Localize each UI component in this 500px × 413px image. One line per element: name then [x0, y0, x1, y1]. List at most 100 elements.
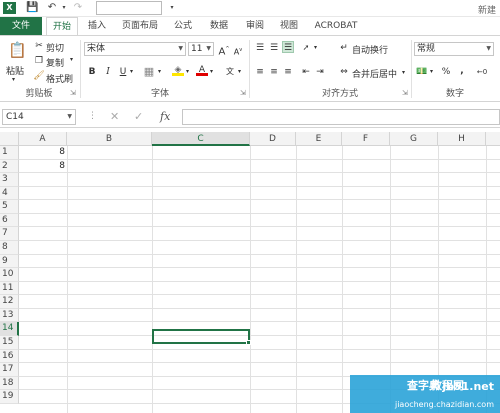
copy-icon[interactable]: ❐	[33, 55, 45, 67]
align-middle-icon[interactable]: ☰	[268, 42, 280, 54]
font-size-select[interactable]: 11 ▼	[188, 42, 214, 56]
wrap-text-icon[interactable]: ↵	[338, 42, 350, 54]
wrap-text-button[interactable]: 自动换行	[352, 43, 388, 56]
column-header-b[interactable]: B	[67, 132, 152, 146]
row-header-17[interactable]: 17	[0, 363, 19, 377]
phonetic-dropdown-icon[interactable]: ▾	[238, 68, 241, 75]
paste-dropdown-icon[interactable]: ▾	[12, 76, 15, 83]
cell-a2[interactable]: 8	[19, 161, 65, 171]
phonetic-icon[interactable]: 文	[224, 66, 236, 78]
orientation-dropdown-icon[interactable]: ▾	[314, 44, 317, 51]
tab-acrobat[interactable]: ACROBAT	[310, 17, 362, 35]
tab-home[interactable]: 开始	[46, 17, 78, 35]
increase-indent-icon[interactable]: ⇥	[314, 66, 326, 78]
row-header-16[interactable]: 16	[0, 349, 19, 364]
undo-dropdown-icon[interactable]: ▾	[58, 2, 70, 14]
merge-center-icon[interactable]: ⇔	[338, 66, 350, 78]
column-header-f[interactable]: F	[342, 132, 390, 146]
borders-dropdown-icon[interactable]: ▾	[158, 68, 161, 75]
row-header-3[interactable]: 3	[0, 173, 19, 187]
fill-color-dropdown-icon[interactable]: ▾	[186, 68, 189, 75]
active-cell-c14[interactable]	[152, 329, 251, 345]
font-color-button[interactable]: A	[196, 64, 208, 76]
grow-font-button[interactable]: A^	[218, 43, 230, 57]
tab-data[interactable]: 数据	[204, 17, 234, 35]
row-header-4[interactable]: 4	[0, 186, 19, 201]
tab-page-layout[interactable]: 页面布局	[116, 17, 164, 35]
save-icon[interactable]: 💾	[26, 2, 38, 14]
column-header-c[interactable]: C	[152, 132, 250, 146]
column-header-h[interactable]: H	[438, 132, 486, 146]
font-color-dropdown-icon[interactable]: ▾	[210, 68, 213, 75]
enter-icon[interactable]: ✓	[134, 110, 143, 123]
clipboard-launcher-icon[interactable]: ⇲	[70, 89, 76, 97]
row-header-15[interactable]: 15	[0, 335, 19, 350]
row-header-2[interactable]: 2	[0, 159, 19, 174]
align-center-icon[interactable]: ≡	[268, 66, 280, 78]
tab-insert[interactable]: 插入	[82, 17, 112, 35]
formula-bar-splitter[interactable]: ⋮	[88, 111, 97, 121]
row-header-14[interactable]: 14	[0, 322, 19, 336]
borders-icon[interactable]: ▦	[143, 66, 155, 78]
customize-qat-icon[interactable]: ▾	[166, 2, 178, 14]
qat-input[interactable]	[96, 1, 162, 15]
alignment-launcher-icon[interactable]: ⇲	[402, 89, 408, 97]
row-header-12[interactable]: 12	[0, 295, 19, 309]
row-header-1[interactable]: 1	[0, 146, 19, 160]
cell-a1[interactable]: 8	[19, 147, 65, 157]
select-all-corner[interactable]	[0, 132, 19, 146]
font-launcher-icon[interactable]: ⇲	[240, 89, 246, 97]
undo-icon[interactable]: ↶	[46, 2, 58, 14]
percent-button[interactable]: %	[440, 66, 452, 78]
align-bottom-icon[interactable]: ☰	[282, 41, 294, 53]
row-header-19[interactable]: 19	[0, 390, 19, 404]
row-header-18[interactable]: 18	[0, 376, 19, 391]
row-header-10[interactable]: 10	[0, 268, 19, 282]
row-header-5[interactable]: 5	[0, 200, 19, 214]
cut-button[interactable]: 剪切	[46, 41, 64, 54]
increase-decimal-icon[interactable]: ←0	[476, 66, 488, 78]
tab-file[interactable]: 文件	[0, 17, 42, 35]
format-painter-button[interactable]: 格式刷	[46, 72, 73, 85]
column-header-d[interactable]: D	[250, 132, 296, 146]
format-painter-icon[interactable]: 🖌	[33, 70, 45, 82]
column-header-g[interactable]: G	[390, 132, 438, 146]
font-name-select[interactable]: 宋体 ▼	[84, 42, 186, 56]
cut-icon[interactable]: ✂	[33, 40, 45, 52]
underline-dropdown-icon[interactable]: ▾	[130, 68, 133, 75]
column-header-partial[interactable]	[486, 132, 500, 146]
accounting-format-icon[interactable]: 💵	[416, 66, 428, 78]
copy-button[interactable]: 复制	[46, 56, 64, 69]
fill-color-icon[interactable]: ◈	[172, 64, 184, 76]
name-box[interactable]: C14 ▼	[2, 109, 76, 125]
bold-button[interactable]: B	[86, 66, 98, 78]
column-header-a[interactable]: A	[19, 132, 67, 146]
cancel-icon[interactable]: ✕	[110, 110, 119, 123]
row-header-13[interactable]: 13	[0, 308, 19, 323]
number-format-select[interactable]: 常规 ▼	[414, 42, 494, 56]
insert-function-button[interactable]: fx	[160, 110, 170, 123]
row-header-11[interactable]: 11	[0, 281, 19, 296]
column-header-e[interactable]: E	[296, 132, 342, 146]
row-header-7[interactable]: 7	[0, 227, 19, 241]
merge-dropdown-icon[interactable]: ▾	[402, 69, 405, 76]
tab-view[interactable]: 视图	[274, 17, 304, 35]
align-top-icon[interactable]: ☰	[254, 42, 266, 54]
merge-center-button[interactable]: 合并后居中	[352, 67, 397, 80]
tab-formulas[interactable]: 公式	[168, 17, 198, 35]
italic-button[interactable]: I	[102, 66, 114, 78]
formula-input[interactable]	[182, 109, 500, 125]
accounting-dropdown-icon[interactable]: ▾	[430, 68, 433, 75]
decrease-indent-icon[interactable]: ⇤	[300, 66, 312, 78]
comma-style-button[interactable]: ,	[456, 65, 468, 77]
row-header-8[interactable]: 8	[0, 240, 19, 255]
row-header-6[interactable]: 6	[0, 213, 19, 228]
tab-review[interactable]: 审阅	[240, 17, 270, 35]
redo-icon[interactable]: ↷	[72, 2, 84, 14]
shrink-font-button[interactable]: Av	[232, 44, 244, 57]
row-header-9[interactable]: 9	[0, 254, 19, 269]
paste-icon[interactable]: 📋	[8, 40, 27, 60]
underline-button[interactable]: U	[117, 66, 129, 78]
fill-handle[interactable]	[246, 339, 251, 345]
orientation-icon[interactable]: ➚	[300, 42, 312, 54]
